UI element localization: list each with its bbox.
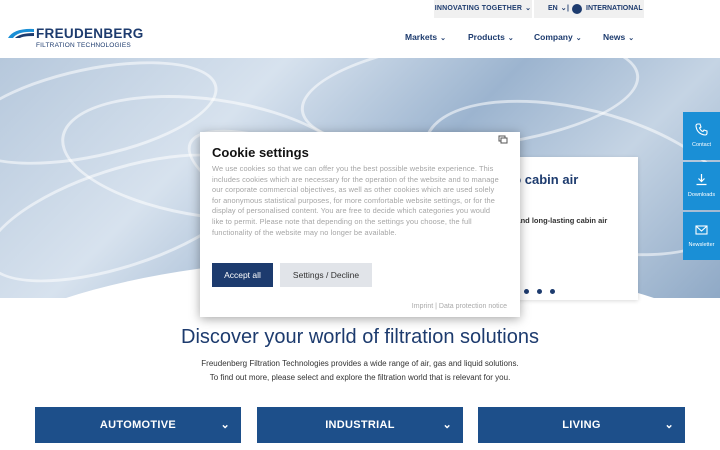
mail-icon [695,225,708,235]
innovating-together-menu[interactable]: INNOVATING TOGETHER ⌄ [434,0,532,18]
language-en[interactable]: EN ⌄ [548,0,567,18]
slide-pagination [524,281,563,299]
nav-markets[interactable]: Markets ⌄ [405,32,446,42]
top-utility-bar: INNOVATING TOGETHER ⌄ EN ⌄ | INTERNATIONAL [0,0,720,18]
nav-news[interactable]: News ⌄ [603,32,634,42]
download-icon [696,174,707,186]
side-tab-newsletter[interactable]: Newsletter [683,212,720,260]
side-tab-label: Newsletter [688,242,715,248]
globe-icon [572,4,582,14]
discover-line: To find out more, please select and expl… [209,373,511,382]
discover-intro: Freudenberg Filtration Technologies prov… [0,357,720,385]
flag-icon[interactable] [498,135,508,144]
nav-company[interactable]: Company ⌄ [534,32,582,42]
cookie-footer-links[interactable]: Imprint | Data protection notice [200,303,507,310]
nav-label: Company [534,32,573,42]
category-automotive[interactable]: AUTOMOTIVE ⌄ [35,407,241,443]
innovating-together-label: INNOVATING TOGETHER [434,5,523,12]
language-selector[interactable]: EN ⌄ | INTERNATIONAL [534,0,644,18]
cookie-title: Cookie settings [212,145,309,160]
category-label: INDUSTRIAL [325,419,395,431]
international-link[interactable]: INTERNATIONAL [586,0,643,18]
chevron-down-icon: ⌄ [575,35,582,42]
nav-products[interactable]: Products ⌄ [468,32,514,42]
chevron-down-icon: ⌄ [220,419,230,431]
category-living[interactable]: LIVING ⌄ [478,407,685,443]
chevron-down-icon: ⌄ [442,419,452,431]
category-label: LIVING [562,419,601,431]
side-tab-label: Downloads [687,192,716,198]
nav-label: News [603,32,626,42]
category-label: AUTOMOTIVE [99,419,177,431]
slide-text: ce and long-lasting cabin air [506,216,608,225]
chevron-down-icon: ⌄ [507,35,514,42]
chevron-down-icon: ⌄ [525,5,532,12]
phone-icon [695,123,708,136]
discover-heading: Discover your world of filtration soluti… [181,326,539,348]
cookie-dialog: Cookie settings We use cookies so that w… [200,132,520,317]
side-tab-contact[interactable]: Contact [683,112,720,160]
nav-label: Markets [405,32,438,42]
side-tab-label: Contact [692,142,711,148]
slide-dot[interactable] [550,289,555,294]
logo-mark-icon [8,28,34,38]
language-label: EN [548,5,558,12]
accept-all-button[interactable]: Accept all [212,263,273,287]
site-header: FREUDENBERG FILTRATION TECHNOLOGIES Mark… [0,18,720,58]
side-tab-downloads[interactable]: Downloads [683,162,720,210]
nav-label: Products [468,32,505,42]
chevron-down-icon: ⌄ [560,5,567,12]
discover-line: Freudenberg Filtration Technologies prov… [201,359,519,368]
chevron-down-icon: ⌄ [664,419,674,431]
slide-dot[interactable] [537,289,542,294]
chevron-down-icon: ⌄ [440,35,447,42]
settings-decline-button[interactable]: Settings / Decline [280,263,372,287]
category-industrial[interactable]: INDUSTRIAL ⌄ [257,407,463,443]
language-separator: | [567,5,569,12]
slide-dot[interactable] [524,289,529,294]
cookie-body: We use cookies so that we can offer you … [212,164,499,237]
logo-name: FREUDENBERG [36,26,144,41]
logo-subtitle: FILTRATION TECHNOLOGIES [36,42,131,49]
chevron-down-icon: ⌄ [628,35,635,42]
